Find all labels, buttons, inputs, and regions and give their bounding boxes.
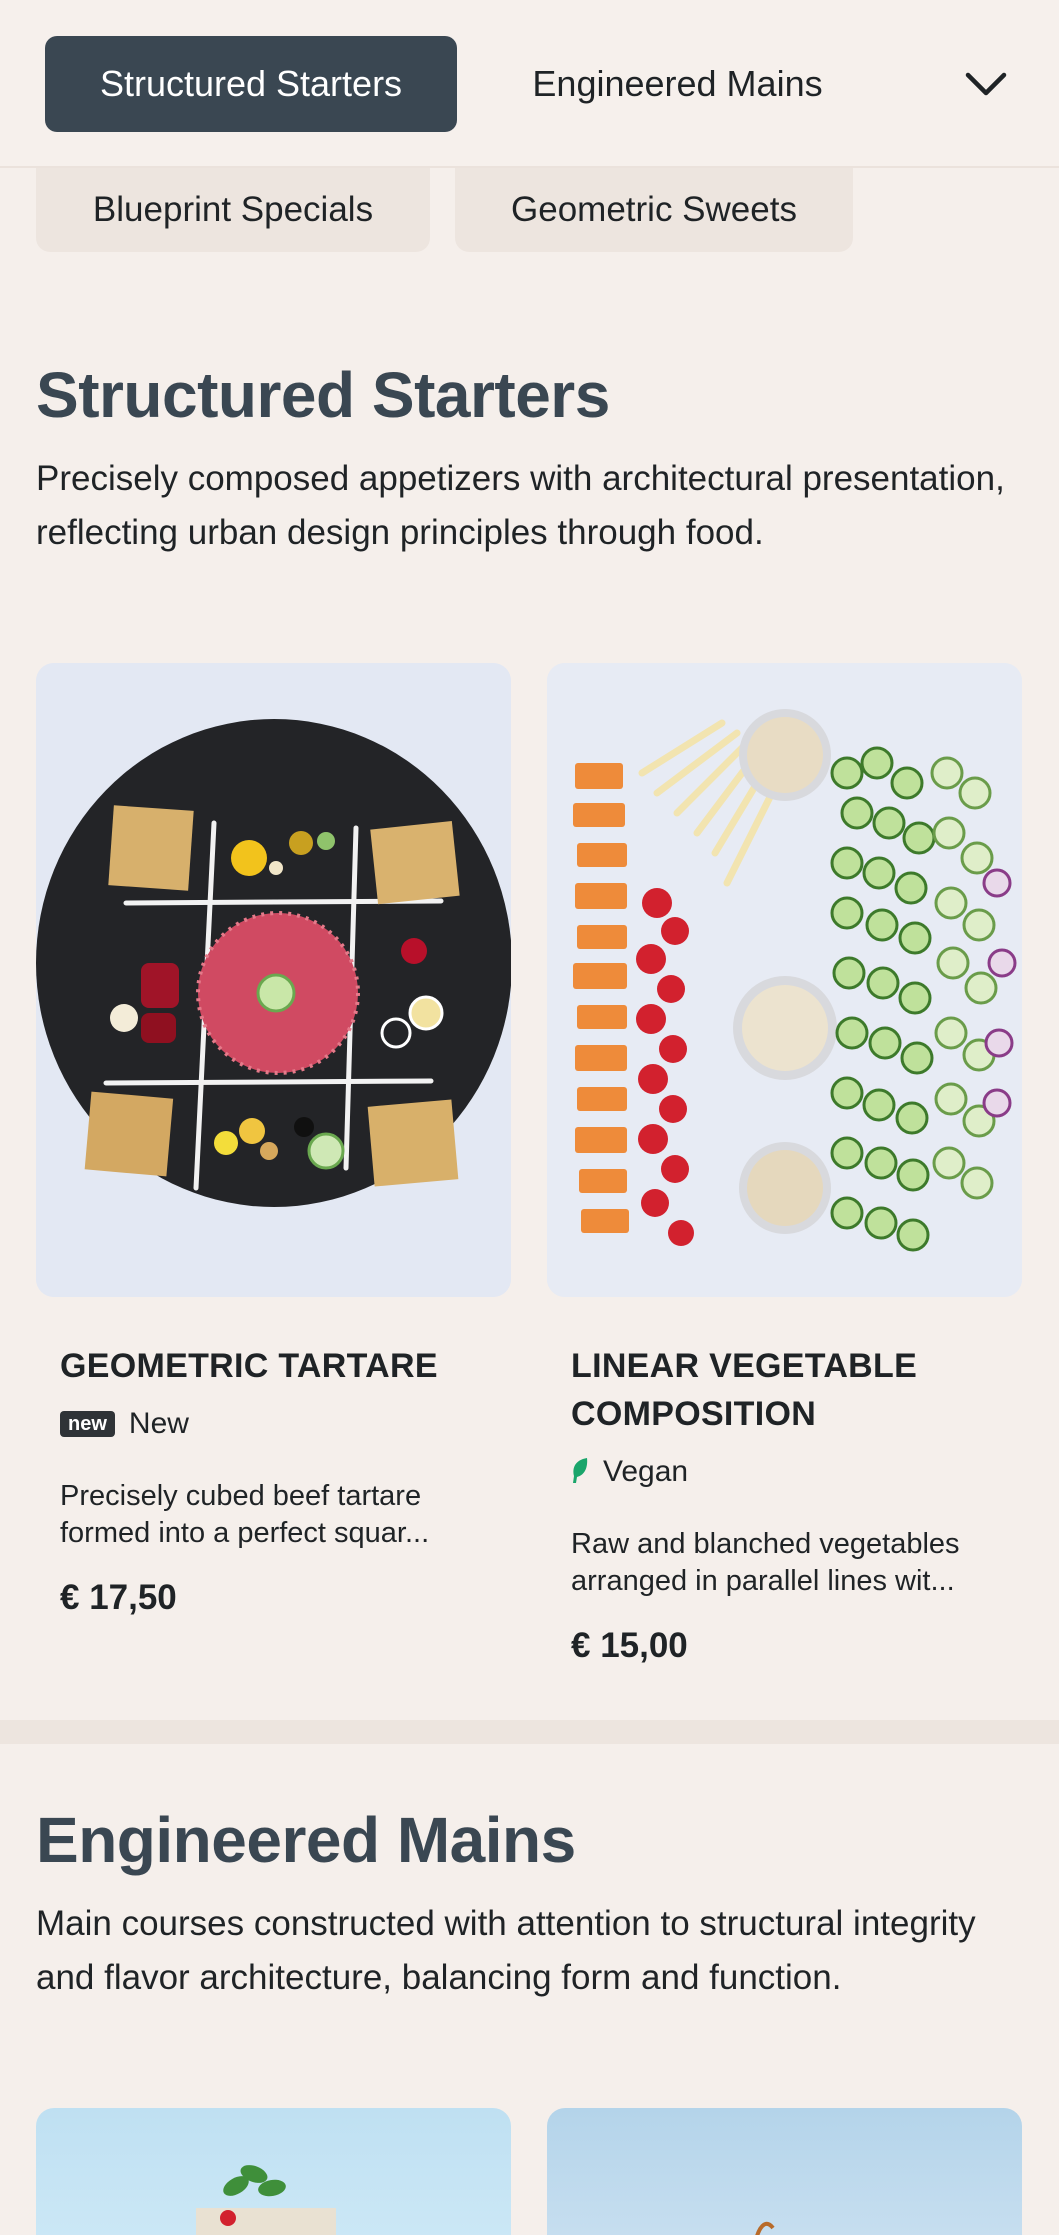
section-description: Main courses constructed with attention … (36, 1904, 976, 1997)
item-badge: new New (60, 1404, 480, 1444)
item-description: Raw and blanched vegetables arranged in … (571, 1528, 960, 1597)
item-name: GEOMETRIC TARTARE (60, 1347, 438, 1385)
item-price: € 15,00 (571, 1626, 688, 1665)
tab-blueprint-specials[interactable]: Blueprint Specials (36, 168, 430, 252)
chevron-down-icon[interactable] (958, 58, 1014, 110)
section-title: Structured Starters (36, 359, 610, 431)
main-dish-image[interactable] (547, 2108, 1022, 2235)
menu-item-card[interactable]: GEOMETRIC TARTARE new New Precisely cube… (60, 1342, 480, 1618)
item-description: Precisely cubed beef tartare formed into… (60, 1480, 430, 1549)
linear-vegetable-composition-image[interactable] (547, 663, 1022, 1297)
item-badge: Vegan (571, 1452, 991, 1492)
tab-structured-starters[interactable]: Structured Starters (45, 36, 457, 132)
section-description: Precisely composed appetizers with archi… (36, 459, 1005, 552)
section-title: Engineered Mains (36, 1804, 576, 1876)
item-price: € 17,50 (60, 1578, 177, 1617)
new-badge-tag: new (60, 1411, 115, 1437)
item-name: LINEAR VEGETABLE COMPOSITION (571, 1347, 918, 1433)
tab-engineered-mains[interactable]: Engineered Mains (475, 36, 880, 132)
geometric-tartare-image[interactable] (36, 663, 511, 1297)
badge-label: New (128, 1407, 189, 1440)
tab-geometric-sweets[interactable]: Geometric Sweets (455, 168, 853, 252)
main-dish-image[interactable] (36, 2108, 511, 2235)
menu-item-card[interactable]: LINEAR VEGETABLE COMPOSITION Vegan Raw a… (571, 1342, 991, 1666)
badge-label: Vegan (603, 1455, 689, 1488)
section-divider (0, 1720, 1059, 1744)
leaf-icon (571, 1456, 589, 1489)
category-nav: Structured Starters Engineered Mains (0, 0, 1059, 168)
